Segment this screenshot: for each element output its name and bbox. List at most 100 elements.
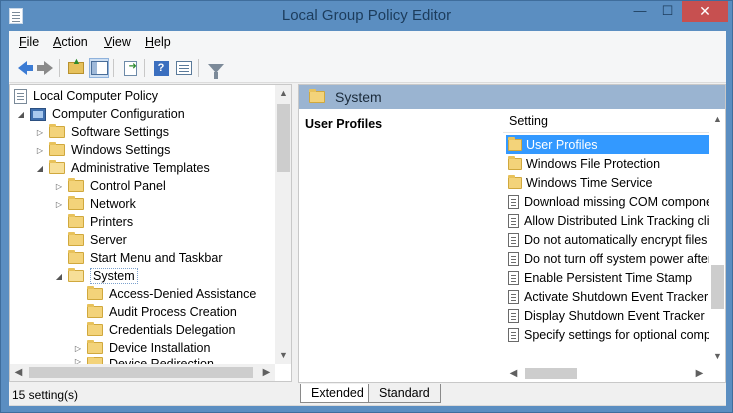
tab-standard[interactable]: Standard — [368, 384, 441, 403]
scrollbar-thumb[interactable] — [711, 265, 724, 309]
tree-item-system[interactable]: ◢ System — [54, 267, 138, 285]
folder-icon — [68, 250, 84, 264]
scroll-right-icon[interactable]: ▶ — [691, 365, 708, 382]
back-button[interactable] — [12, 58, 33, 78]
tree-item-access-denied-assistance[interactable]: Access-Denied Assistance — [73, 285, 256, 303]
list-item-label: Activate Shutdown Event Tracker — [524, 289, 709, 304]
title-bar[interactable]: Local Group Policy Editor — ☐ ✕ — [1, 1, 732, 31]
open-folder-icon — [49, 160, 65, 174]
tree-item-administrative-templates[interactable]: ◢ Administrative Templates — [35, 159, 210, 177]
list-item[interactable]: User Profiles — [506, 135, 709, 154]
filter-button[interactable] — [206, 58, 226, 79]
list-item[interactable]: Do not turn off system power after — [506, 249, 709, 268]
list-item[interactable]: Activate Shutdown Event Tracker — [506, 287, 709, 306]
scroll-right-icon[interactable]: ▶ — [258, 364, 275, 381]
expand-arrow-icon[interactable]: ▷ — [35, 128, 45, 137]
tree-pane: Local Computer Policy ◢ Computer Configu… — [9, 84, 292, 382]
tree-item-audit-process-creation[interactable]: Audit Process Creation — [73, 303, 237, 321]
column-header-setting[interactable]: Setting — [503, 109, 709, 133]
list-item[interactable]: Enable Persistent Time Stamp — [506, 268, 709, 287]
tree-item-control-panel[interactable]: ▷ Control Panel — [54, 177, 166, 195]
tree-item-credentials-delegation[interactable]: Credentials Delegation — [73, 321, 235, 339]
show-hide-tree-button[interactable] — [89, 58, 109, 78]
status-text: 15 setting(s) — [12, 388, 79, 402]
expand-arrow-icon[interactable]: ▷ — [35, 146, 45, 155]
tree-item-label: Network — [90, 197, 136, 211]
folder-icon — [68, 178, 84, 192]
tab-extended[interactable]: Extended — [300, 384, 375, 403]
expand-arrow-icon[interactable]: ▷ — [73, 344, 83, 353]
description-title: User Profiles — [305, 117, 383, 131]
tree-item-label: Control Panel — [90, 179, 166, 193]
menu-file-rest: ile — [26, 35, 40, 49]
menu-help-accel: H — [145, 35, 155, 49]
help-button[interactable]: ? — [151, 58, 171, 78]
scrollbar-thumb[interactable] — [525, 368, 577, 379]
tree-horizontal-scrollbar[interactable]: ◀ ▶ — [10, 364, 275, 381]
list-item[interactable]: Windows Time Service — [506, 173, 709, 192]
list-item[interactable]: Download missing COM components — [506, 192, 709, 211]
list-item[interactable]: Allow Distributed Link Tracking clients — [506, 211, 709, 230]
scroll-down-icon[interactable]: ▼ — [275, 347, 291, 364]
scroll-left-icon[interactable]: ◀ — [505, 365, 522, 382]
view-tabs: Extended Standard — [298, 384, 726, 404]
setting-icon — [508, 289, 519, 304]
list-item[interactable]: Display Shutdown Event Tracker — [506, 306, 709, 325]
help-icon: ? — [153, 60, 169, 76]
toolbar: ? — [9, 53, 726, 83]
tree-vertical-scrollbar[interactable]: ▲ ▼ — [275, 85, 291, 364]
scroll-left-icon[interactable]: ◀ — [10, 364, 27, 381]
collapse-arrow-icon[interactable]: ◢ — [16, 110, 26, 119]
list-horizontal-scrollbar[interactable]: ◀ ▶ — [503, 365, 709, 382]
scroll-down-icon[interactable]: ▼ — [709, 348, 725, 365]
collapse-arrow-icon[interactable]: ◢ — [54, 272, 64, 281]
export-list-icon — [123, 60, 137, 76]
policy-icon — [14, 88, 27, 104]
close-button[interactable]: ✕ — [682, 1, 728, 22]
menu-action[interactable]: Action — [53, 35, 88, 49]
folder-icon — [87, 340, 103, 354]
tree-item-local-computer-policy[interactable]: Local Computer Policy — [14, 87, 158, 105]
toolbar-separator — [113, 59, 114, 77]
menu-view[interactable]: View — [104, 35, 131, 49]
tree-item-start-menu-and-taskbar[interactable]: Start Menu and Taskbar — [54, 249, 222, 267]
maximize-button[interactable]: ☐ — [654, 1, 681, 22]
computer-icon — [30, 107, 46, 121]
scrollbar-thumb[interactable] — [29, 367, 253, 378]
tree-item-device-installation[interactable]: ▷ Device Installation — [73, 339, 210, 357]
collapse-arrow-icon[interactable]: ◢ — [35, 164, 45, 173]
tree-item-software-settings[interactable]: ▷ Software Settings — [35, 123, 169, 141]
list-item[interactable]: Do not automatically encrypt files — [506, 230, 709, 249]
tree-item-computer-configuration[interactable]: ◢ Computer Configuration — [16, 105, 185, 123]
tree-item-windows-settings[interactable]: ▷ Windows Settings — [35, 141, 170, 159]
tree-item-printers[interactable]: Printers — [54, 213, 133, 231]
folder-icon — [68, 196, 84, 210]
menu-file[interactable]: File — [19, 35, 39, 49]
tree-item-network[interactable]: ▷ Network — [54, 195, 136, 213]
scroll-up-icon[interactable]: ▲ — [709, 111, 725, 128]
tree-item-label: System — [90, 268, 138, 284]
minimize-button[interactable]: — — [626, 1, 654, 22]
menu-view-accel: V — [104, 35, 113, 49]
properties-button[interactable] — [174, 58, 194, 78]
folder-icon — [309, 89, 325, 103]
folder-icon — [49, 142, 65, 156]
expand-arrow-icon[interactable]: ▷ — [54, 182, 64, 191]
up-one-level-button[interactable] — [66, 56, 86, 78]
export-list-button[interactable] — [120, 58, 140, 78]
scrollbar-thumb[interactable] — [277, 104, 290, 172]
menu-help-rest: elp — [154, 35, 171, 49]
list-item[interactable]: Specify settings for optional component — [506, 325, 709, 344]
menu-help[interactable]: Help — [145, 35, 171, 49]
scroll-up-icon[interactable]: ▲ — [275, 85, 291, 102]
tree-item-label: Credentials Delegation — [109, 323, 236, 337]
filter-icon — [208, 63, 224, 79]
back-arrow-icon — [17, 61, 33, 75]
list-item[interactable]: Windows File Protection — [506, 154, 709, 173]
forward-button[interactable] — [34, 58, 54, 78]
menu-view-rest: iew — [112, 35, 131, 49]
expand-arrow-icon[interactable]: ▷ — [54, 200, 64, 209]
tree-item-server[interactable]: Server — [54, 231, 127, 249]
menu-file-accel: F — [19, 35, 27, 49]
list-vertical-scrollbar[interactable]: ▲ ▼ — [709, 109, 725, 365]
